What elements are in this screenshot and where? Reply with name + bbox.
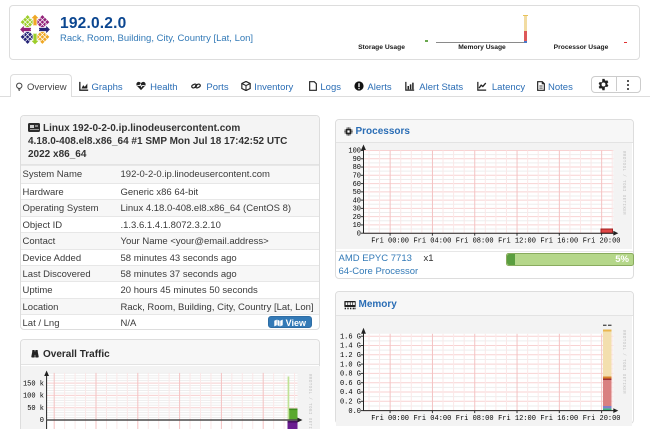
svg-text:80: 80 <box>353 164 361 172</box>
svg-text:Fri 08:00: Fri 08:00 <box>456 415 494 423</box>
svg-text:1.2 G: 1.2 G <box>340 352 361 360</box>
svg-text:RRDTOOL / TOBI OETIKER: RRDTOOL / TOBI OETIKER <box>621 330 626 394</box>
svg-text:0: 0 <box>40 417 44 425</box>
svg-text:10: 10 <box>353 222 361 230</box>
svg-text:30: 30 <box>353 206 361 214</box>
svg-text:90: 90 <box>353 156 361 164</box>
svg-text:0.6 G: 0.6 G <box>340 380 361 388</box>
svg-text:1.4 G: 1.4 G <box>340 343 361 351</box>
svg-text:Fri 04:00: Fri 04:00 <box>413 415 451 423</box>
svg-text:150 k: 150 k <box>23 380 44 388</box>
svg-text:60: 60 <box>353 181 361 189</box>
svg-text:1.6 G: 1.6 G <box>340 333 361 341</box>
svg-text:0.2 G: 0.2 G <box>340 399 361 407</box>
svg-text:Fri 08:00: Fri 08:00 <box>456 238 494 246</box>
svg-text:20: 20 <box>353 214 361 222</box>
svg-text:0.4 G: 0.4 G <box>340 389 361 397</box>
svg-text:Fri 12:00: Fri 12:00 <box>498 238 536 246</box>
svg-text:Fri 20:00: Fri 20:00 <box>583 415 621 423</box>
svg-text:100 k: 100 k <box>23 393 44 401</box>
svg-text:100: 100 <box>348 148 361 156</box>
svg-text:Fri 20:00: Fri 20:00 <box>583 238 621 246</box>
svg-text:Fri 04:00: Fri 04:00 <box>413 238 451 246</box>
svg-text:Fri 00:00: Fri 00:00 <box>371 238 409 246</box>
svg-text:70: 70 <box>353 173 361 181</box>
svg-text:50 k: 50 k <box>27 405 44 413</box>
svg-text:Fri 16:00: Fri 16:00 <box>540 415 578 423</box>
svg-text:0.8 G: 0.8 G <box>340 371 361 379</box>
svg-text:1.0 G: 1.0 G <box>340 361 361 369</box>
svg-text:Fri 00:00: Fri 00:00 <box>371 415 409 423</box>
svg-text:RRDTOOL / TOBI OETIKER: RRDTOOL / TOBI OETIKER <box>621 151 626 215</box>
svg-text:Fri 12:00: Fri 12:00 <box>498 415 536 423</box>
svg-text:0.0: 0.0 <box>348 408 361 416</box>
svg-text:0: 0 <box>357 230 361 238</box>
svg-text:40: 40 <box>353 197 361 205</box>
svg-text:RRDTOOL / TOBI OETIKER: RRDTOOL / TOBI OETIKER <box>307 374 312 429</box>
svg-text:50: 50 <box>353 189 361 197</box>
svg-text:Fri 16:00: Fri 16:00 <box>540 238 578 246</box>
